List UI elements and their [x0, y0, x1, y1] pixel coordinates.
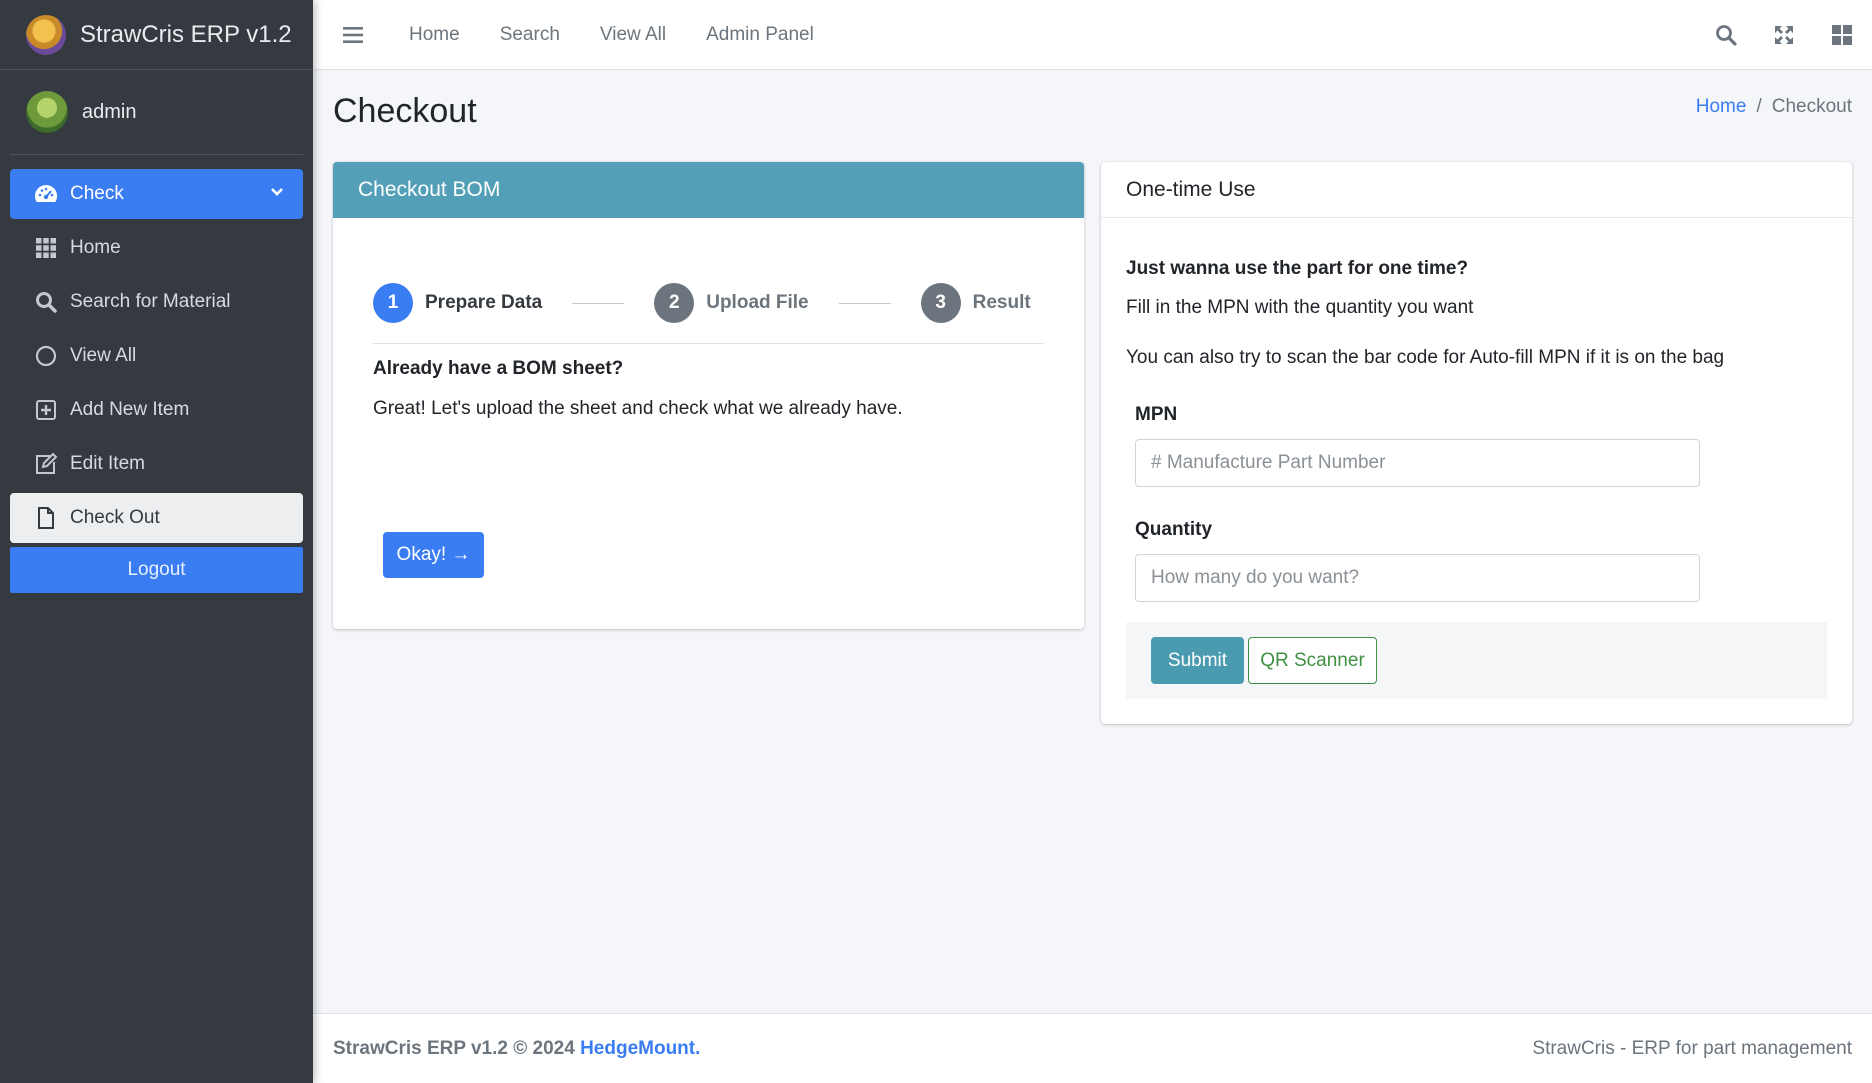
edit-icon [34, 452, 58, 476]
brand-logo-icon [26, 14, 66, 55]
menu-toggle-icon[interactable] [343, 26, 363, 44]
step-number: 3 [920, 283, 961, 323]
sidebar-item-check-out[interactable]: Check Out [10, 493, 303, 543]
qr-scanner-button[interactable]: QR Scanner [1248, 637, 1377, 684]
main-content: Checkout Home / Checkout Checkout BOM 1 … [313, 70, 1872, 1013]
scan-hint: You can also try to scan the bar code fo… [1126, 347, 1725, 368]
grid-icon [34, 236, 58, 260]
footer-tagline: StrawCris - ERP for part management [1532, 1037, 1852, 1059]
step-upload-file[interactable]: 2 Upload File [654, 283, 809, 323]
sidebar-item-label: Edit Item [70, 453, 145, 474]
sidebar-item-label: Search for Material [70, 291, 231, 312]
sidebar-item-add-new-item[interactable]: Add New Item [10, 385, 303, 435]
breadcrumb-home-link[interactable]: Home [1696, 96, 1747, 118]
step-label: Result [972, 292, 1031, 313]
sidebar-item-label: Check [70, 183, 124, 204]
brand-link[interactable]: StrawCris ERP v1.2 [0, 0, 313, 70]
card-header: Checkout BOM [333, 162, 1084, 218]
card-header: One-time Use [1101, 162, 1852, 218]
page-title: Checkout [333, 92, 477, 130]
sidebar-nav: Check Home Search for Material View All [0, 155, 313, 593]
step-label: Prepare Data [425, 292, 543, 313]
sidebar-item-label: Home [70, 237, 121, 258]
form-footer: Submit QR Scanner [1126, 622, 1827, 699]
breadcrumb-current: Checkout [1771, 96, 1852, 117]
breadcrumb-separator: / [1756, 96, 1762, 117]
sidebar-item-home[interactable]: Home [10, 223, 303, 273]
chevron-down-icon [269, 184, 285, 206]
quantity-input[interactable] [1135, 554, 1700, 602]
bom-heading: Already have a BOM sheet? [373, 358, 624, 379]
one-time-heading: Just wanna use the part for one time? [1126, 258, 1469, 279]
circle-icon [34, 344, 58, 368]
step-number: 1 [373, 283, 413, 323]
step-number: 2 [654, 283, 695, 323]
top-navbar: Home Search View All Admin Panel [313, 0, 1872, 70]
search-icon [34, 290, 58, 314]
sidebar-item-label: Add New Item [70, 399, 190, 420]
sidebar: StrawCris ERP v1.2 admin Check Home Sear… [0, 0, 313, 1083]
plus-square-icon [34, 398, 58, 422]
checkout-bom-card: Checkout BOM 1 Prepare Data 2 Upload Fil… [333, 162, 1084, 629]
okay-button[interactable]: Okay! → [383, 532, 484, 578]
sidebar-item-search-material[interactable]: Search for Material [10, 277, 303, 327]
footer-copyright: StrawCris ERP v1.2 © 2024 HedgeMount. [333, 1038, 700, 1060]
one-time-description: Fill in the MPN with the quantity you wa… [1126, 297, 1474, 318]
step-connector [572, 302, 625, 304]
topnav-search-link[interactable]: Search [500, 24, 560, 46]
mpn-label: MPN [1135, 404, 1178, 425]
breadcrumb: Home / Checkout [1696, 96, 1852, 118]
search-icon[interactable] [1714, 23, 1738, 47]
step-prepare-data[interactable]: 1 Prepare Data [373, 283, 542, 323]
step-result[interactable]: 3 Result [920, 283, 1031, 323]
submit-button[interactable]: Submit [1151, 637, 1244, 684]
stepper: 1 Prepare Data 2 Upload File 3 Result [373, 272, 1044, 334]
step-label: Upload File [706, 292, 809, 313]
user-name: admin [82, 100, 137, 123]
mpn-input[interactable] [1135, 439, 1700, 487]
page-footer: StrawCris ERP v1.2 © 2024 HedgeMount. St… [313, 1013, 1872, 1083]
fullscreen-icon[interactable] [1772, 23, 1796, 47]
dashboard-icon [34, 182, 58, 206]
divider [373, 343, 1044, 344]
sidebar-item-label: Check Out [70, 507, 160, 528]
brand-title: StrawCris ERP v1.2 [80, 20, 292, 48]
topnav-view-all-link[interactable]: View All [600, 24, 666, 46]
user-panel[interactable]: admin [10, 70, 303, 155]
bom-description: Great! Let's upload the sheet and check … [373, 398, 903, 419]
quantity-label: Quantity [1135, 519, 1213, 540]
apps-grid-icon[interactable] [1830, 23, 1854, 47]
topnav-admin-panel-link[interactable]: Admin Panel [706, 24, 814, 46]
one-time-use-card: One-time Use Just wanna use the part for… [1101, 162, 1852, 724]
avatar [26, 91, 68, 133]
step-connector [838, 302, 891, 304]
sidebar-item-view-all[interactable]: View All [10, 331, 303, 381]
footer-company-link[interactable]: HedgeMount. [580, 1038, 700, 1059]
sidebar-item-edit-item[interactable]: Edit Item [10, 439, 303, 489]
sidebar-item-check[interactable]: Check [10, 169, 303, 219]
topnav-home-link[interactable]: Home [409, 24, 460, 46]
topnav-actions [1680, 23, 1854, 47]
sidebar-item-label: View All [70, 345, 137, 366]
file-icon [34, 506, 58, 530]
logout-button[interactable]: Logout [10, 547, 303, 593]
footer-copyright-text: StrawCris ERP v1.2 © 2024 [333, 1037, 581, 1059]
